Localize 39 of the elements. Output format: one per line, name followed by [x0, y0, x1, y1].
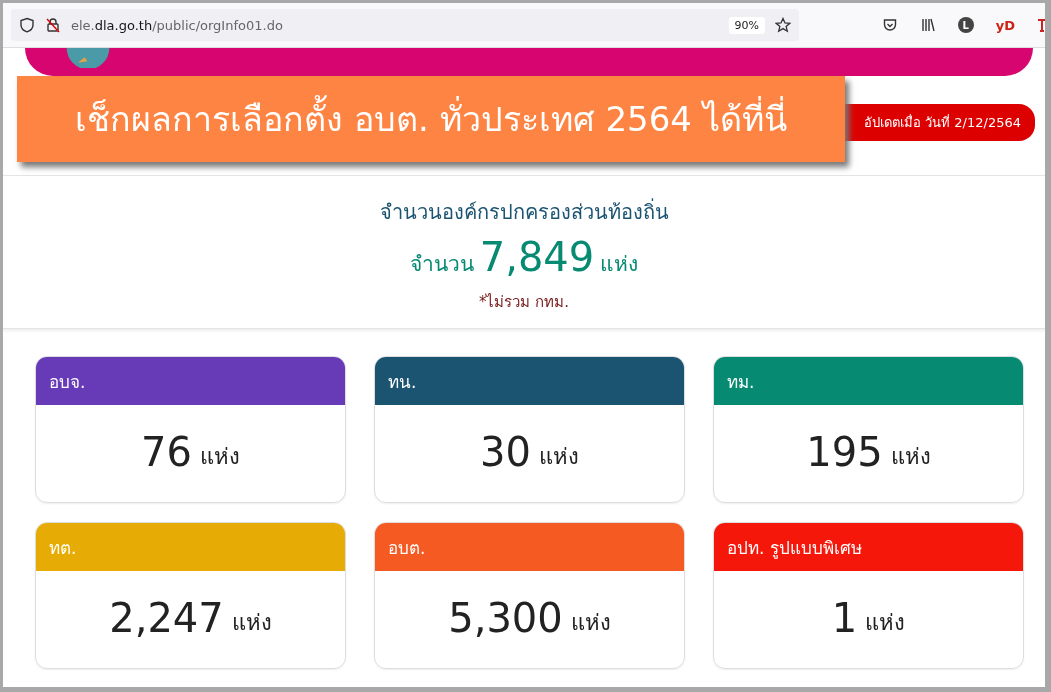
summary-title: จำนวนองค์กรปกครองส่วนท้องถิ่น: [379, 197, 669, 226]
card-count: 195: [806, 428, 883, 475]
card-unit: แห่ง: [538, 443, 579, 471]
stat-card[interactable]: ทม. 195 แห่ง: [713, 356, 1024, 503]
stat-card[interactable]: อปท. รูปแบบพิเศษ 1 แห่ง: [713, 522, 1024, 669]
total-count: 7,849: [479, 234, 595, 280]
stat-card[interactable]: ทน. 30 แห่ง: [374, 356, 685, 503]
extension-icon[interactable]: [1037, 17, 1045, 33]
count-label: จำนวน: [409, 251, 474, 278]
account-avatar[interactable]: L: [957, 17, 974, 33]
card-count: 2,247: [109, 594, 224, 641]
card-title: ทม.: [714, 357, 1023, 405]
lock-slash-icon[interactable]: [45, 17, 61, 33]
card-unit: แห่ง: [199, 443, 240, 471]
card-unit: แห่ง: [570, 609, 611, 637]
card-count: 30: [480, 428, 531, 475]
pocket-icon[interactable]: [881, 17, 898, 33]
summary-note: *ไม่รวม กทม.: [478, 292, 569, 313]
url-text[interactable]: ele.dla.go.th/public/orgInfo01.do: [71, 17, 719, 33]
card-unit: แห่ง: [231, 609, 272, 637]
stat-card[interactable]: อบต. 5,300 แห่ง: [374, 522, 685, 669]
card-title: อบจ.: [36, 357, 345, 405]
zoom-badge[interactable]: 90%: [728, 16, 765, 34]
card-title: อปท. รูปแบบพิเศษ: [714, 523, 1023, 571]
count-unit: แห่ง: [600, 251, 639, 278]
card-count: 5,300: [448, 594, 563, 641]
card-title: อบต.: [375, 523, 684, 571]
card-count: 76: [141, 428, 192, 475]
library-icon[interactable]: [919, 17, 936, 33]
star-icon[interactable]: [775, 17, 791, 33]
shield-icon[interactable]: [19, 17, 35, 33]
card-title: ทต.: [36, 523, 345, 571]
card-unit: แห่ง: [865, 609, 906, 637]
stat-card[interactable]: อบจ. 76 แห่ง: [35, 356, 346, 503]
extension-button[interactable]: yD: [995, 17, 1015, 33]
card-title: ทน.: [375, 357, 684, 405]
card-unit: แห่ง: [890, 443, 931, 471]
card-count: 1: [831, 594, 858, 641]
stat-card[interactable]: ทต. 2,247 แห่ง: [35, 522, 346, 669]
